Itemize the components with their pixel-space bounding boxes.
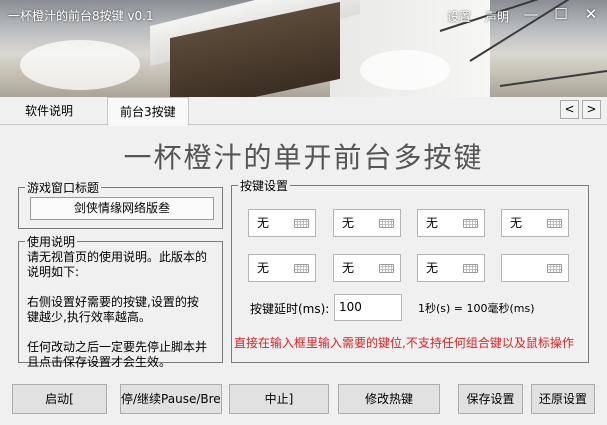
save-settings-button[interactable]: 保存设置 (458, 384, 523, 414)
key-value: 无 (257, 261, 270, 275)
maximize-icon[interactable]: ☐ (550, 4, 572, 24)
start-button[interactable]: 启动[ (12, 384, 107, 414)
tab-scroll-left-icon[interactable]: < (560, 100, 579, 119)
keyboard-icon (294, 219, 309, 228)
key-input-2[interactable]: 无 (333, 209, 401, 237)
key-input-7[interactable]: 无 (417, 254, 485, 282)
key-value: 无 (342, 261, 355, 275)
close-icon[interactable]: ✕ (580, 4, 602, 24)
tab-software-info[interactable]: 软件说明 (13, 97, 85, 125)
delay-label: 按键延时(ms): (250, 302, 330, 316)
pause-button[interactable]: 停/继续Pause/Brea (120, 384, 222, 414)
minimize-icon[interactable]: — (520, 4, 542, 24)
statement-menu[interactable]: 声明 (485, 8, 509, 25)
key-input-4[interactable]: 无 (501, 209, 569, 237)
tab-scroll-right-icon[interactable]: > (582, 100, 601, 119)
key-settings-legend: 按键设置 (240, 179, 289, 193)
key-value: 无 (342, 216, 355, 230)
key-value: 无 (257, 216, 270, 230)
keyboard-icon (463, 264, 478, 273)
warning-text: 直接在输入框里输入需要的键位,不支持任何组合键以及鼠标操作 (234, 336, 574, 350)
tab-foreground-keys[interactable]: 前台3按键 (107, 97, 189, 126)
keyboard-icon (294, 264, 309, 273)
key-input-3[interactable]: 无 (417, 209, 485, 237)
key-input-6[interactable]: 无 (333, 254, 401, 282)
game-window-title-field[interactable]: 剑侠情缘网络版叁 (30, 197, 214, 220)
game-window-legend: 游戏窗口标题 (27, 181, 100, 195)
key-input-8[interactable] (501, 254, 569, 282)
stop-button[interactable]: 中止] (229, 384, 329, 414)
tab-bar (0, 97, 607, 125)
settings-menu[interactable]: 设置 (447, 8, 471, 25)
keyboard-icon (547, 219, 562, 228)
keyboard-icon (547, 264, 562, 273)
usage-text: 请无视首页的使用说明。此版本的 说明如下: 右侧设置好需要的按键,设置的按 键越… (27, 250, 208, 369)
background-snow (360, 50, 450, 90)
delay-input[interactable]: 100 (334, 294, 402, 321)
keyboard-icon (463, 219, 478, 228)
key-value: 无 (426, 261, 439, 275)
keyboard-icon (379, 264, 394, 273)
page-title: 一杯橙汁的单开前台多按键 (123, 141, 484, 174)
key-value: 无 (510, 216, 523, 230)
keyboard-icon (379, 219, 394, 228)
restore-settings-button[interactable]: 还原设置 (531, 384, 595, 414)
key-input-5[interactable]: 无 (248, 254, 316, 282)
key-value: 无 (426, 216, 439, 230)
usage-legend: 使用说明 (27, 235, 76, 249)
background-branch (499, 69, 607, 87)
window-title: 一杯橙汁的前台8按键 v0.1 (8, 9, 154, 23)
edit-hotkey-button[interactable]: 修改热键 (338, 384, 440, 414)
background-snow (20, 40, 140, 90)
key-input-1[interactable]: 无 (248, 209, 316, 237)
delay-note: 1秒(s) = 100毫秒(ms) (418, 302, 535, 315)
